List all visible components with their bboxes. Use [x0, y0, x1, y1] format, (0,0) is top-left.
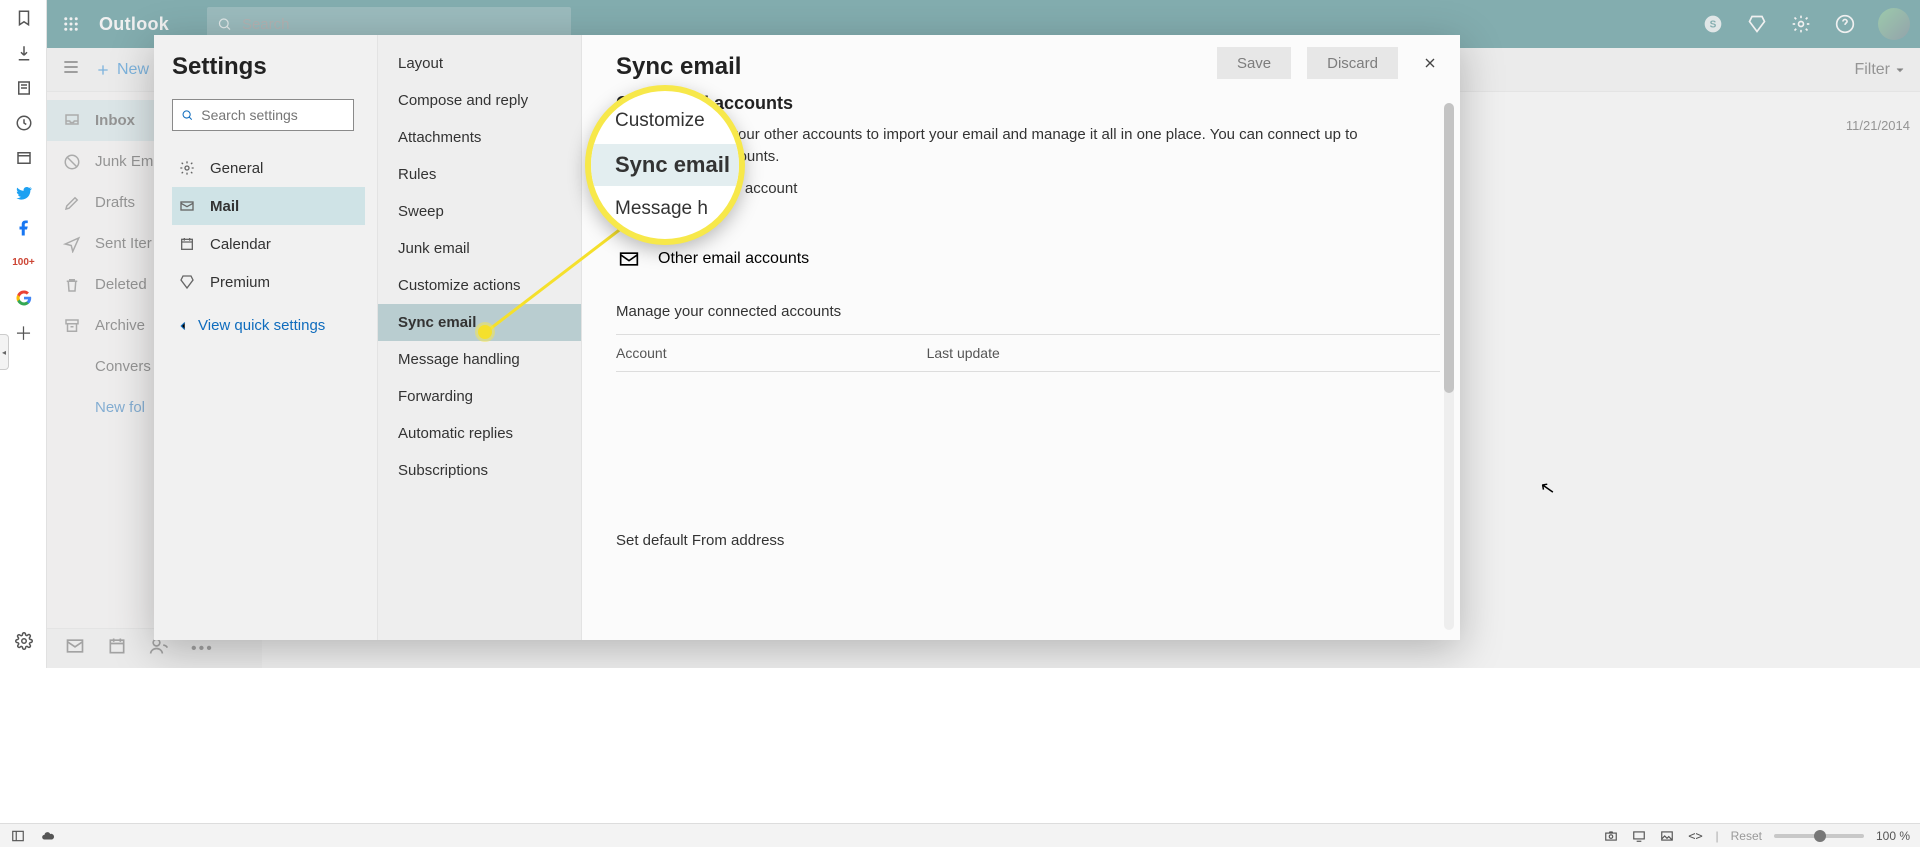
message-date: 11/21/2014 — [1846, 118, 1910, 133]
browser-settings-icon[interactable] — [0, 626, 47, 656]
envelope-icon — [616, 249, 642, 269]
settings-subnav-customize-actions[interactable]: Customize actions — [378, 267, 581, 304]
callout-magnifier: Customize Sync email Message h — [585, 85, 745, 245]
inbox-icon — [63, 112, 81, 130]
outlook-brand: Outlook — [99, 14, 169, 35]
callout-next-item: Message h — [615, 198, 739, 220]
settings-gear-icon[interactable] — [1790, 13, 1812, 35]
gear-icon — [178, 160, 196, 176]
settings-category-premium[interactable]: Premium — [172, 263, 365, 301]
deleted-icon — [63, 276, 81, 294]
sidebar-collapse-toggle[interactable]: ◂ — [0, 334, 9, 370]
settings-dialog: Settings GeneralMailCalendarPremium View… — [154, 35, 1460, 640]
cloud-icon[interactable] — [40, 828, 56, 844]
connected-accounts-heading: Connected accounts — [616, 93, 1440, 114]
settings-search-input[interactable] — [201, 107, 345, 123]
settings-categories: Settings GeneralMailCalendarPremium View… — [154, 35, 378, 640]
premium-icon — [178, 274, 196, 290]
settings-subnav-attachments[interactable]: Attachments — [378, 119, 581, 156]
manage-accounts-heading: Manage your connected accounts — [616, 303, 1440, 320]
settings-category-mail[interactable]: Mail — [172, 187, 365, 225]
junk-icon — [63, 153, 81, 171]
download-icon[interactable] — [0, 35, 47, 70]
settings-subnav-message-handling[interactable]: Message handling — [378, 341, 581, 378]
settings-subnav-layout[interactable]: Layout — [378, 45, 581, 82]
premium-diamond-icon[interactable] — [1746, 13, 1768, 35]
connected-accounts-table: Account Last update — [616, 334, 1440, 372]
search-input[interactable] — [242, 16, 561, 33]
archive-icon — [63, 317, 81, 335]
app-launcher-icon[interactable] — [57, 10, 85, 38]
callout-anchor-dot — [478, 325, 492, 339]
table-header-account: Account — [616, 345, 667, 361]
window-icon[interactable] — [0, 140, 47, 175]
settings-search[interactable] — [172, 99, 354, 131]
callout-highlighted-item: Sync email — [591, 144, 739, 186]
mail-icon — [178, 198, 196, 214]
settings-subnav-rules[interactable]: Rules — [378, 156, 581, 193]
other-email-provider-option[interactable]: Other email accounts — [616, 249, 1440, 269]
google-icon[interactable] — [0, 280, 47, 315]
drafts-icon — [63, 194, 81, 212]
settings-subnav-junk-email[interactable]: Junk email — [378, 230, 581, 267]
hamburger-icon[interactable] — [61, 57, 81, 82]
table-header-last-update: Last update — [927, 345, 1000, 361]
browser-sidebar: 100+ ＋ ◂ — [0, 0, 47, 668]
settings-subnav-sweep[interactable]: Sweep — [378, 193, 581, 230]
skype-icon[interactable]: S — [1702, 13, 1724, 35]
settings-title: Settings — [172, 53, 365, 81]
close-dialog-button[interactable] — [1414, 47, 1446, 79]
settings-subnav-compose-and-reply[interactable]: Compose and reply — [378, 82, 581, 119]
filter-button[interactable]: Filter — [1854, 61, 1906, 79]
svg-text:S: S — [1710, 19, 1717, 30]
settings-category-general[interactable]: General — [172, 149, 365, 187]
zoom-reset[interactable]: Reset — [1731, 829, 1762, 843]
settings-subnav-forwarding[interactable]: Forwarding — [378, 378, 581, 415]
zoom-value: 100 % — [1876, 829, 1910, 843]
facebook-icon[interactable] — [0, 210, 47, 245]
default-from-heading: Set default From address — [616, 532, 1440, 549]
screen-icon[interactable] — [1631, 828, 1647, 844]
panel-scrollbar[interactable] — [1444, 103, 1454, 630]
calendar-app-icon[interactable] — [107, 636, 127, 661]
discard-button[interactable]: Discard — [1307, 47, 1398, 79]
view-quick-settings-link[interactable]: View quick settings — [172, 317, 365, 334]
chevron-left-icon — [176, 319, 190, 333]
calendar-icon — [178, 236, 196, 252]
gmail-provider-option[interactable]: Gmail — [616, 213, 1440, 233]
panel-icon[interactable] — [10, 828, 26, 844]
search-icon — [217, 16, 232, 32]
more-apps-icon[interactable]: ••• — [191, 640, 214, 658]
zoom-slider[interactable] — [1774, 834, 1864, 838]
chevron-down-icon — [1894, 64, 1906, 76]
mail-app-icon[interactable] — [65, 636, 85, 661]
search-icon — [181, 108, 193, 122]
image-icon[interactable] — [1659, 828, 1675, 844]
settings-subnav-subscriptions[interactable]: Subscriptions — [378, 452, 581, 489]
code-icon[interactable]: <> — [1687, 828, 1703, 844]
bookmark-icon[interactable] — [0, 0, 47, 35]
note-icon[interactable] — [0, 70, 47, 105]
save-button[interactable]: Save — [1217, 47, 1291, 79]
help-icon[interactable] — [1834, 13, 1856, 35]
settings-category-calendar[interactable]: Calendar — [172, 225, 365, 263]
browser-statusbar: <> | Reset 100 % — [0, 823, 1920, 847]
new-label: New — [117, 61, 149, 79]
badge-100-icon[interactable]: 100+ — [0, 245, 47, 280]
settings-subnav-automatic-replies[interactable]: Automatic replies — [378, 415, 581, 452]
sent-icon — [63, 235, 81, 253]
new-message-button[interactable]: New — [95, 61, 149, 79]
account-avatar[interactable] — [1878, 8, 1910, 40]
callout-prev-item: Customize — [615, 110, 739, 132]
camera-icon[interactable] — [1603, 828, 1619, 844]
twitter-icon[interactable] — [0, 175, 47, 210]
history-icon[interactable] — [0, 105, 47, 140]
